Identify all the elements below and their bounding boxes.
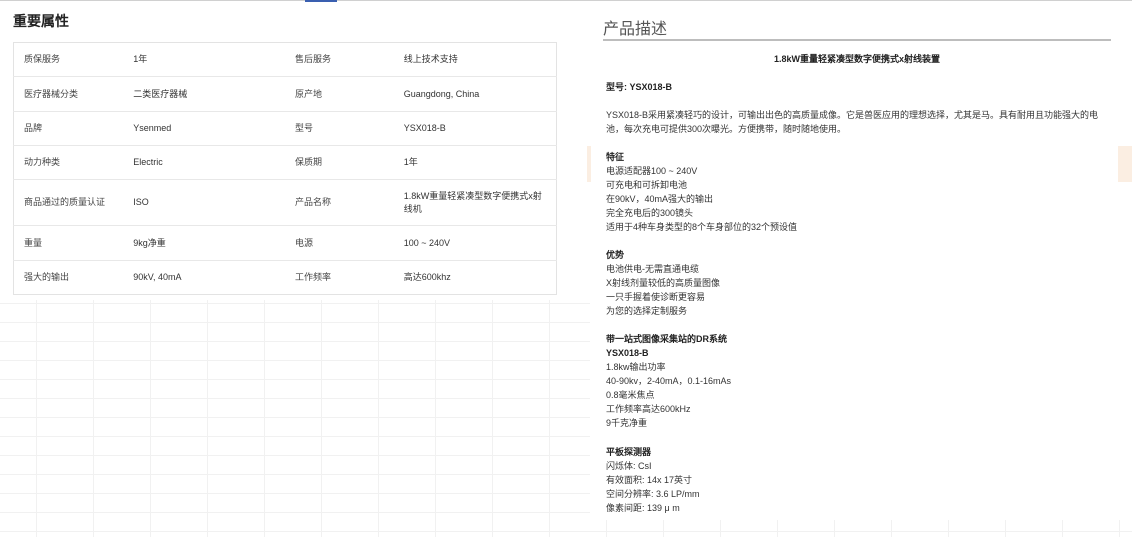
dr-system-section: 带一站式图像采集站的DR系统 YSX018-B 1.8kw输出功率 40-90kv… [606,332,731,430]
page: 重要属性 质保服务 1年 售后服务 线上技术支持医疗器械分类 二类医疗器械 原产地 Guan… [0,0,1132,537]
attribute-row: 医疗器械分类 二类医疗器械 原产地 Guangdong, China [13,76,557,112]
dr-system-list: 1.8kw输出功率 40-90kv，2-40mA，0.1-16mAs 0.8毫米焦点… [606,360,731,430]
section-subtitle: YSX018-B [606,348,649,358]
attribute-key: 工作频率 [284,260,394,295]
attribute-key: 商品通过的质量认证 [13,179,124,226]
attributes-title: 重要属性 [13,13,69,29]
attribute-value: Guangdong, China [393,76,557,112]
attribute-row: 质保服务 1年 售后服务 线上技术支持 [14,43,557,77]
list-item: 1.8kw输出功率 [606,362,666,372]
highlight-band [1118,146,1132,182]
attribute-value: 1年 [133,54,148,64]
highlight-band [587,146,591,182]
features-section: 特征 电源适配器100 ~ 240V 可充电和可拆卸电池在90kV，40mA强大的… [606,150,797,234]
attribute-value: YSX018-B [393,111,557,146]
attribute-key: 强大的输出 [13,260,124,295]
attribute-value: Electric [123,145,285,180]
attribute-row: 商品通过的质量认证 ISO 产品名称 1.8kW重量轻紧凑型数字便携式x射线机 [13,179,557,226]
attribute-value: 90kV, 40mA [123,260,285,295]
attribute-value: Ysenmed [123,111,285,146]
list-item: 电池供电-无需直通电缆 [606,264,699,274]
section-title: 平板探测器 [606,447,652,457]
section-title: 优势 [606,250,625,260]
attribute-value: 二类医疗器械 [123,76,285,112]
list-item: 像素间距: 139 μ m [606,503,680,513]
attribute-value: 1.8kW重量轻紧凑型数字便携式x射线机 [393,179,557,226]
advantages-section: 优势 电池供电-无需直通电缆 X射线剂量较低的高质量图像 一只手握着使诊断更容易 为您… [606,248,720,318]
section-title: 特征 [606,152,625,162]
list-item: 一只手握着使诊断更容易 [606,292,706,302]
attribute-key: 品牌 [13,111,124,146]
attribute-value: 100 ~ 240V [393,225,557,261]
list-item: 为您的选择定制服务 [606,306,688,316]
attributes-table: 质保服务 1年 售后服务 线上技术支持医疗器械分类 二类医疗器械 原产地 Guangdong… [13,42,557,295]
attribute-value: 9kg净重 [123,225,285,261]
list-item: 适用于4种车身类型的8个车身部位的32个预设值 [606,222,798,232]
attribute-key: 电源 [284,225,394,261]
attribute-row: 强大的输出 90kV, 40mA 工作频率 高达600khz [13,260,557,295]
detector-list: 闪烁体: CsI 有效面积: 14x 17英寸 空间分辨率: 3.6 LP/mm 像素… [606,459,700,515]
list-item: 9千克净重 [606,418,648,428]
description-divider [603,39,1111,41]
features-list: 电源适配器100 ~ 240V 可充电和可拆卸电池在90kV，40mA强大的输出完… [606,164,797,234]
list-item: 电源适配器100 ~ 240V [606,166,698,176]
list-item: 在90kV，40mA强大的输出 [606,194,714,204]
attribute-key: 医疗器械分类 [13,76,124,112]
attribute-key: 产品名称 [284,179,394,226]
description-heading: 1.8kW重量轻紧凑型数字便携式x射线装置 [773,54,941,64]
attribute-key: 型号 [284,111,394,146]
section-title: 带一站式图像采集站的DR系统 [606,334,727,344]
list-item: 空间分辨率: 3.6 LP/mm [606,489,700,499]
model-line: 型号: YSX018-B [606,82,673,92]
attribute-row: 品牌 Ysenmed 型号 YSX018-B [13,111,557,146]
attribute-value: 线上技术支持 [403,54,458,64]
attribute-key: 动力种类 [13,145,124,180]
description-intro: YSX018-B采用紧凑轻巧的设计，可输出出色的高质量成像。它是兽医应用的理想选… [606,110,1099,134]
attribute-key: 售后服务 [294,54,331,64]
top-divider [0,0,1132,1]
list-item: 有效面积: 14x 17英寸 [606,475,693,485]
top-tab-indicator [305,0,337,2]
attribute-key: 原产地 [284,76,394,112]
list-item: 工作频率高达600kHz [606,404,691,414]
attribute-value: ISO [123,179,285,226]
list-item: 40-90kv，2-40mA，0.1-16mAs [606,376,732,386]
description-title: 产品描述 [603,21,668,38]
list-item: 0.8毫米焦点 [606,390,655,400]
attribute-key: 质保服务 [24,54,61,64]
list-item: 闪烁体: CsI [606,461,652,471]
advantages-list: 电池供电-无需直通电缆 X射线剂量较低的高质量图像 一只手握着使诊断更容易 为您的选择… [606,262,720,318]
list-item: X射线剂量较低的高质量图像 [606,278,721,288]
attribute-row: 动力种类 Electric 保质期 1年 [13,145,557,180]
attribute-key: 保质期 [284,145,394,180]
detector-section: 平板探测器 闪烁体: CsI 有效面积: 14x 17英寸 空间分辨率: 3.6 L… [606,445,700,515]
attribute-key: 重量 [13,225,124,261]
list-item: 完全充电后的300镜头 [606,208,694,218]
attribute-value: 高达600khz [393,260,557,295]
attribute-row: 重量 9kg净重 电源 100 ~ 240V [13,225,557,261]
attribute-value: 1年 [393,145,557,180]
list-item: 可充电和可拆卸电池 [606,180,688,190]
